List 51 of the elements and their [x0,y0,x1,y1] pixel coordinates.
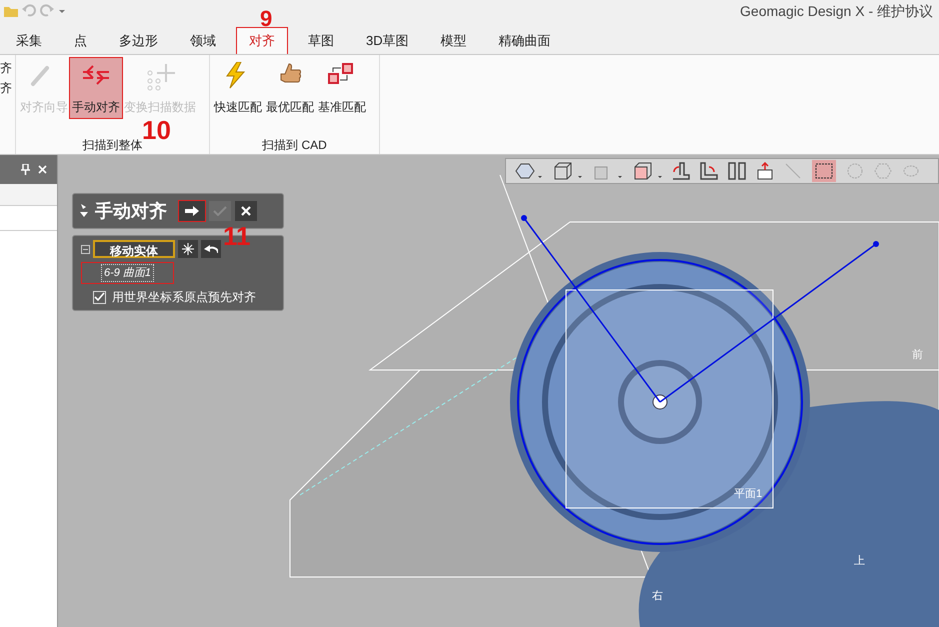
ribbon-tab[interactable]: 模型 [428,27,479,54]
ribbon-button[interactable]: 快速匹配 [212,58,264,118]
ribbon-item-label: 齐 [0,81,12,95]
group-label: 扫描到 CAD [261,137,328,154]
next-button[interactable] [179,201,205,221]
close-icon[interactable] [38,165,47,174]
asterisk-icon [182,243,194,255]
entity-field[interactable]: 6-9 曲面1 [100,264,154,282]
plane-label: 上 [854,554,865,569]
extrude-icon[interactable] [756,162,774,180]
ribbon-button[interactable]: 最优匹配 [264,58,316,118]
ribbon-tab[interactable]: 采集 [4,27,54,54]
ribbon-item-label: 齐 [0,61,12,75]
undo-icon [204,244,218,254]
collapse-icon[interactable] [79,204,89,218]
arrow-right-icon [185,206,199,216]
callout-number: 9 [260,8,272,30]
ribbon-tab[interactable]: 3D草图 [354,27,421,54]
collapse-box-icon[interactable] [81,244,90,254]
ribbon-button[interactable]: 基准匹配 [316,58,368,118]
cancel-button[interactable] [235,201,257,221]
close-icon [241,206,251,216]
ribbon-button[interactable]: 手动对齐 [70,58,122,118]
ribbon-tab[interactable]: 领域 [178,27,228,54]
dialog-title: 手动对齐 [95,200,167,222]
plane-label: 平面1 [734,487,762,502]
ribbon-tab[interactable]: 精确曲面 [486,27,563,54]
ribbon-tab[interactable]: 草图 [296,27,346,54]
ribbon-tab[interactable]: 点 [62,27,99,54]
rotate-right-icon[interactable] [700,162,718,180]
dropdown-icon[interactable] [58,7,66,15]
plane-label: 右 [652,589,663,604]
rotate-left-icon[interactable] [672,162,690,180]
undo-button[interactable] [201,240,221,258]
cube-icon[interactable] [552,162,582,180]
rectangle-select-icon[interactable] [812,160,836,182]
checkbox-label: 用世界坐标系原点预先对齐 [112,289,256,306]
ribbon-tab[interactable]: 对齐 [236,27,288,54]
move-points-icon [145,62,175,92]
plane-label: 前 [912,348,923,363]
move-entity-button[interactable]: 移动实体 [93,240,175,258]
checkbox[interactable] [93,290,106,304]
pivot-button[interactable] [178,240,198,258]
mirror-icon[interactable] [728,162,746,180]
check-icon [213,206,227,216]
pin-icon[interactable] [21,164,30,175]
group-label: 扫描到整体 [82,137,144,154]
section-cube-icon[interactable] [632,162,662,180]
window-title: Geomagic Design X - 维护协议 [740,2,934,21]
callout-number: 10 [142,117,171,143]
ribbon-tab[interactable]: 多边形 [107,27,170,54]
